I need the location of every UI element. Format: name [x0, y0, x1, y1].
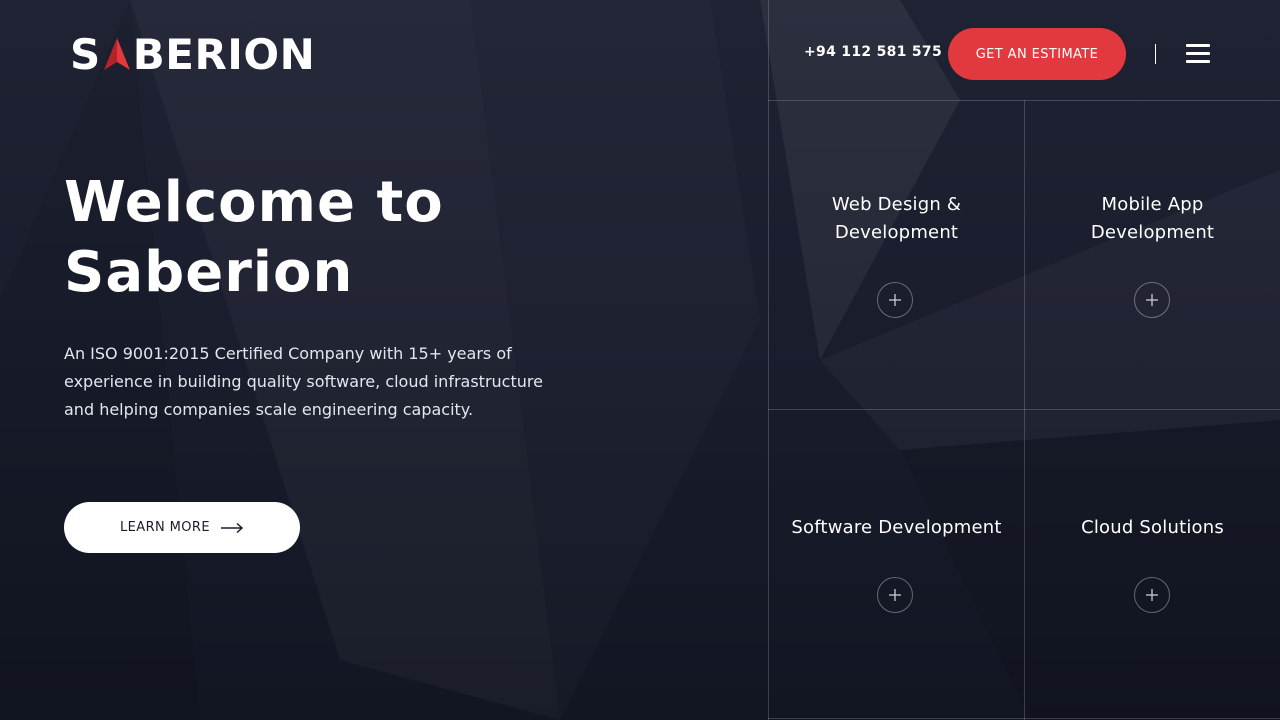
service-title: Software Development [791, 517, 1002, 538]
learn-more-button[interactable]: LEARN MORE [64, 502, 300, 553]
plus-icon[interactable] [877, 282, 913, 318]
service-title: Mobile App Development [1090, 194, 1215, 243]
service-title: Web Design & Development [831, 194, 962, 243]
service-title: Cloud Solutions [1081, 517, 1224, 538]
hero-description: An ISO 9001:2015 Certified Company with … [64, 344, 543, 419]
service-cloud-solutions[interactable]: Cloud Solutions [1025, 514, 1280, 542]
get-estimate-button[interactable]: GET AN ESTIMATE [948, 28, 1126, 80]
phone-link[interactable]: +94 112 581 575 [804, 44, 942, 60]
plus-icon[interactable] [877, 577, 913, 613]
brand-logo[interactable]: S BERION [70, 29, 316, 79]
logo-text-end: BERION [132, 29, 316, 79]
plus-icon[interactable] [1134, 577, 1170, 613]
logo-triangle-icon [103, 38, 130, 70]
header-divider [1155, 44, 1156, 64]
logo-text-start: S [70, 29, 101, 79]
hero-title-line2: Saberion [64, 240, 354, 305]
service-web-design[interactable]: Web Design & Development [769, 191, 1024, 247]
plus-icon[interactable] [1134, 282, 1170, 318]
learn-more-label: LEARN MORE [120, 520, 210, 535]
hamburger-icon[interactable] [1184, 42, 1212, 66]
arrow-right-icon [220, 522, 244, 533]
service-software-development[interactable]: Software Development [769, 514, 1024, 542]
service-mobile-app[interactable]: Mobile App Development [1025, 191, 1280, 247]
hero-title-line1: Welcome to [64, 170, 444, 235]
hero-title: Welcome to Saberion [64, 168, 664, 308]
